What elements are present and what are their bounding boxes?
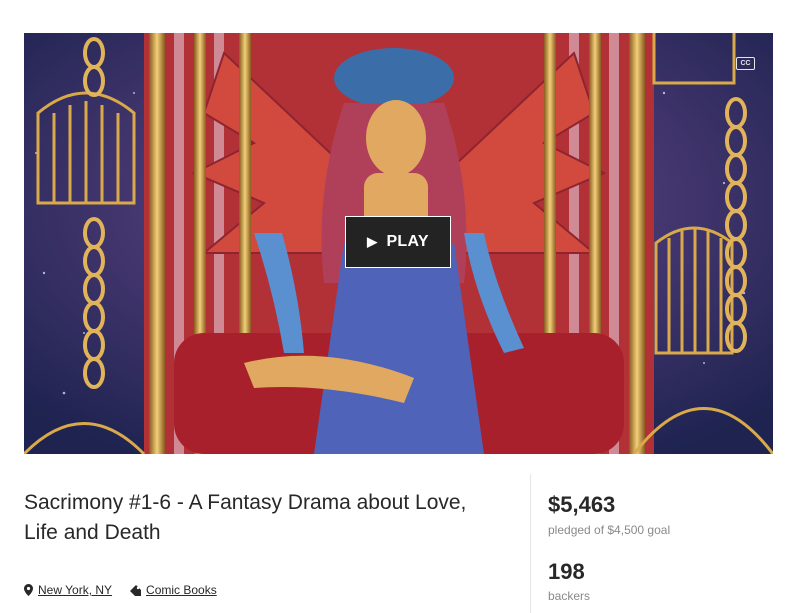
play-button[interactable]: ▶ PLAY — [345, 216, 451, 268]
video-player[interactable]: CC ▶ PLAY — [24, 33, 773, 454]
category-label: Comic Books — [146, 583, 217, 597]
location-link[interactable]: New York, NY — [24, 583, 112, 597]
play-label: PLAY — [386, 233, 429, 250]
project-title: Sacrimony #1-6 - A Fantasy Drama about L… — [24, 491, 467, 544]
project-meta: New York, NY Comic Books — [24, 583, 217, 597]
backers-label: backers — [548, 589, 591, 603]
pledged-goal-label: pledged of $4,500 goal — [548, 523, 671, 537]
tag-icon — [130, 584, 142, 596]
backers-count: 198 — [548, 559, 585, 584]
location-label: New York, NY — [38, 583, 113, 597]
pledged-amount: $5,463 — [548, 492, 616, 517]
stats-divider — [530, 474, 531, 613]
location-pin-icon — [24, 584, 33, 596]
category-link[interactable]: Comic Books — [130, 583, 217, 597]
play-icon: ▶ — [367, 234, 378, 249]
closed-captions-button[interactable]: CC — [736, 57, 755, 70]
